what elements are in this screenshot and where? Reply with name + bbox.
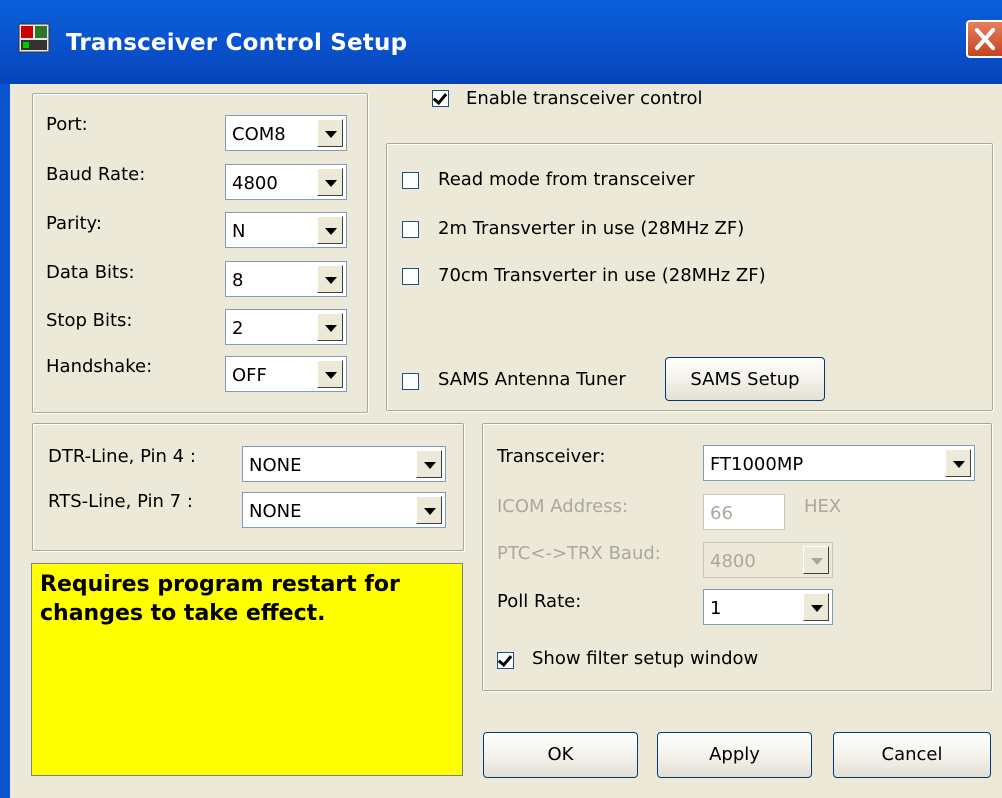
parity-label: Parity: bbox=[46, 213, 102, 234]
data-bits-label: Data Bits: bbox=[46, 262, 135, 283]
poll-rate-value: 1 bbox=[710, 598, 722, 619]
transceiver-select[interactable]: FT1000MP bbox=[703, 445, 975, 481]
icom-address-value: 66 bbox=[710, 503, 733, 524]
icom-address-input[interactable]: 66 bbox=[703, 494, 785, 530]
close-icon bbox=[975, 28, 995, 50]
apply-button[interactable]: Apply bbox=[657, 732, 812, 778]
enable-control-checkbox[interactable] bbox=[432, 90, 449, 107]
chevron-down-icon[interactable] bbox=[317, 313, 343, 341]
cancel-button[interactable]: Cancel bbox=[833, 732, 991, 778]
handshake-select[interactable]: OFF bbox=[225, 356, 347, 392]
dtr-line-label: DTR-Line, Pin 4 : bbox=[48, 446, 196, 467]
parity-select[interactable]: N bbox=[225, 212, 347, 248]
restart-notice-text: Requires program restart for changes to … bbox=[40, 572, 400, 626]
dtr-line-select[interactable]: NONE bbox=[242, 446, 446, 482]
handshake-label: Handshake: bbox=[46, 356, 153, 377]
sams-tuner-label: SAMS Antenna Tuner bbox=[438, 369, 626, 390]
port-value: COM8 bbox=[232, 124, 286, 145]
transceiver-label: Transceiver: bbox=[497, 446, 606, 467]
ok-button[interactable]: OK bbox=[483, 732, 638, 778]
port-label: Port: bbox=[46, 114, 88, 135]
chevron-down-icon[interactable] bbox=[317, 360, 343, 388]
window-border bbox=[0, 84, 10, 798]
window-title: Transceiver Control Setup bbox=[66, 30, 408, 56]
baud-rate-label: Baud Rate: bbox=[46, 164, 146, 185]
restart-notice: Requires program restart for changes to … bbox=[31, 563, 463, 776]
poll-rate-label: Poll Rate: bbox=[497, 591, 582, 612]
transverter-70cm-checkbox[interactable] bbox=[402, 268, 419, 285]
ptc-trx-baud-label: PTC<->TRX Baud: bbox=[497, 543, 661, 564]
data-bits-value: 8 bbox=[232, 270, 244, 291]
transverter-2m-checkbox[interactable] bbox=[402, 221, 419, 238]
dtr-line-value: NONE bbox=[249, 455, 302, 476]
chevron-down-icon[interactable] bbox=[416, 496, 442, 524]
read-mode-checkbox[interactable] bbox=[402, 172, 419, 189]
show-filter-label: Show filter setup window bbox=[532, 648, 759, 669]
chevron-down-icon[interactable] bbox=[317, 119, 343, 147]
parity-value: N bbox=[232, 221, 246, 242]
icom-address-unit: HEX bbox=[804, 496, 842, 517]
ptc-trx-baud-value: 4800 bbox=[710, 551, 756, 572]
baud-rate-select[interactable]: 4800 bbox=[225, 164, 347, 200]
close-button[interactable] bbox=[966, 20, 1002, 58]
show-filter-checkbox[interactable] bbox=[497, 652, 514, 669]
baud-rate-value: 4800 bbox=[232, 173, 278, 194]
chevron-down-icon[interactable] bbox=[317, 216, 343, 244]
transverter-70cm-label: 70cm Transverter in use (28MHz ZF) bbox=[438, 265, 766, 286]
enable-control-label: Enable transceiver control bbox=[466, 88, 703, 109]
chevron-down-icon[interactable] bbox=[803, 546, 829, 574]
stop-bits-label: Stop Bits: bbox=[46, 310, 133, 331]
chevron-down-icon[interactable] bbox=[416, 450, 442, 478]
stop-bits-value: 2 bbox=[232, 318, 244, 339]
read-mode-label: Read mode from transceiver bbox=[438, 169, 695, 190]
transverter-2m-label: 2m Transverter in use (28MHz ZF) bbox=[438, 218, 745, 239]
stop-bits-select[interactable]: 2 bbox=[225, 309, 347, 345]
port-select[interactable]: COM8 bbox=[225, 115, 347, 151]
poll-rate-select[interactable]: 1 bbox=[703, 589, 833, 625]
ptc-trx-baud-select[interactable]: 4800 bbox=[703, 542, 833, 578]
data-bits-select[interactable]: 8 bbox=[225, 261, 347, 297]
transceiver-value: FT1000MP bbox=[710, 454, 804, 475]
lines-group bbox=[32, 423, 464, 551]
rts-line-value: NONE bbox=[249, 501, 302, 522]
rts-line-select[interactable]: NONE bbox=[242, 492, 446, 528]
chevron-down-icon[interactable] bbox=[317, 265, 343, 293]
sams-tuner-checkbox[interactable] bbox=[402, 373, 419, 390]
app-icon bbox=[18, 22, 50, 54]
handshake-value: OFF bbox=[232, 365, 267, 386]
chevron-down-icon[interactable] bbox=[803, 593, 829, 621]
icom-address-label: ICOM Address: bbox=[497, 496, 629, 517]
chevron-down-icon[interactable] bbox=[945, 449, 971, 477]
chevron-down-icon[interactable] bbox=[317, 168, 343, 196]
rts-line-label: RTS-Line, Pin 7 : bbox=[48, 491, 193, 512]
sams-setup-button[interactable]: SAMS Setup bbox=[665, 357, 825, 401]
